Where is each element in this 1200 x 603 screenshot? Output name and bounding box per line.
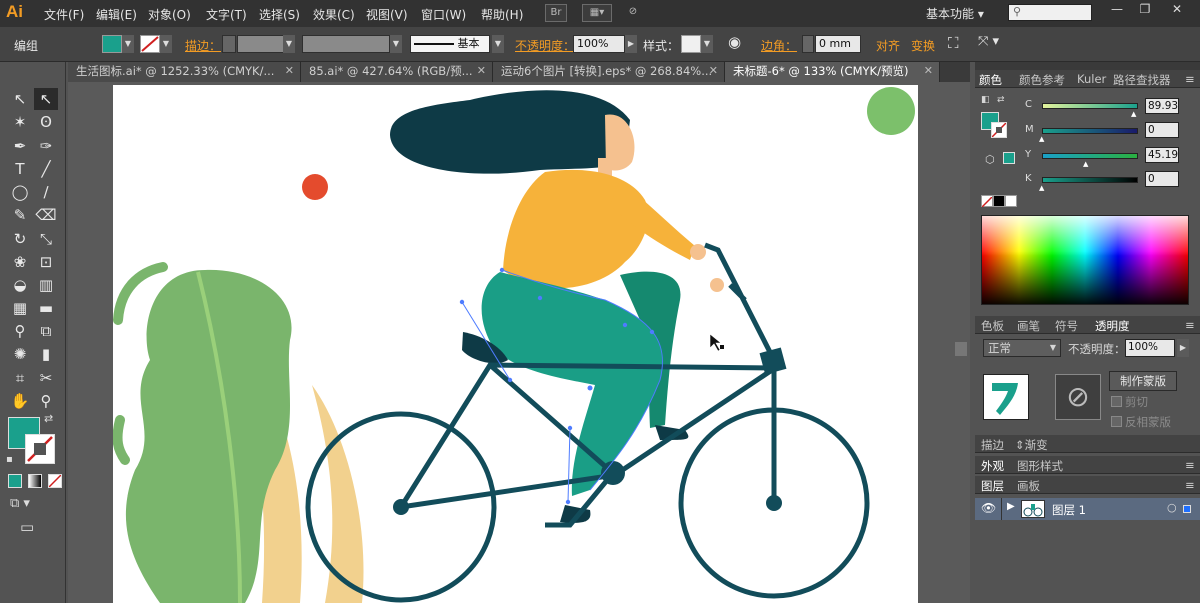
panel-menu-icon[interactable]: ≡ [1185,478,1195,492]
mouse-cursor-icon [709,333,722,352]
tab-graphic-styles[interactable]: 图形样式 [1017,458,1063,474]
swap-mini-icon[interactable]: ⇄ [997,95,1005,105]
no-mask-icon[interactable]: ⊘ [1055,374,1101,420]
layer-thumbnail [1021,500,1045,518]
color-spectrum-picker[interactable] [981,215,1189,305]
layers-panel-tabs: 图层 画板 ≡ [975,476,1200,494]
appearance-panel-tabs: 外观 图形样式 ≡ [975,456,1200,474]
visibility-eye-icon[interactable]: 👁 [981,501,996,515]
none-icon [991,122,1007,138]
none-color-swatch[interactable] [981,195,993,208]
channel-k-slider[interactable] [1042,177,1138,183]
hair-shape[interactable] [390,90,630,174]
channel-k-label: K [1025,173,1032,184]
restore-button[interactable]: ❐ [1134,2,1156,18]
transparency-opacity-field[interactable]: 100% [1125,339,1175,357]
slider-thumb-icon[interactable]: ▲ [1039,184,1044,192]
channel-k-field[interactable]: 0 [1145,171,1179,187]
channel-y-label: Y [1025,149,1032,160]
leaf-accent-shape [113,415,130,465]
headset-shape [759,347,787,375]
hand-shape [690,244,706,260]
expand-arrow-icon[interactable]: ▶ [1007,501,1015,512]
tab-gradient-label: 渐变 [1024,438,1048,452]
channel-c-slider[interactable] [1042,103,1138,109]
layer-target-icon[interactable]: ○ [1167,501,1177,514]
tab-symbols[interactable]: 符号 [1055,318,1078,334]
layer-row[interactable]: 👁 ▶ 图层 1 ○ [975,498,1200,520]
none-icon [981,196,993,208]
color-panel-stroke-swatch[interactable] [991,122,1007,138]
slider-thumb-icon[interactable]: ▲ [1131,110,1136,118]
channel-y-field[interactable]: 45.19 [1145,147,1179,163]
color-panel-tabs: 颜色 颜色参考 Kuler 路径查找器 ≡ [975,70,1200,88]
channel-c-label: C [1025,99,1032,110]
object-thumbnail[interactable] [983,374,1029,420]
make-mask-button[interactable]: 制作蒙版 [1109,371,1177,391]
blend-mode-select[interactable]: 正常 ▼ [983,339,1061,357]
transparency-panel-tabs: 色板 画笔 符号 透明度 ≡ [975,316,1200,334]
thumbnail-shape [992,383,1018,415]
stroke-panel-tabs: 描边 ⇕渐变 [975,435,1200,453]
fill-stroke-mini-icon[interactable]: ◧ [981,95,990,105]
arrange-options-icon[interactable]: ⤧ ▾ [978,34,999,49]
invert-mask-label: 反相蒙版 [1125,415,1171,429]
tab-layers[interactable]: 图层 [981,478,1004,494]
search-icon: ⚲ [1013,5,1022,18]
tab-stroke[interactable]: 描边 [981,437,1004,453]
layer-selection-indicator[interactable] [1183,505,1191,513]
tab-color-guide[interactable]: 颜色参考 [1019,72,1065,88]
layer-name[interactable]: 图层 1 [1052,502,1086,518]
right-panel-dock: 颜色 颜色参考 Kuler 路径查找器 ≡ ◧ ⇄ ⬡ C ▲ 89.93 M … [975,62,1200,603]
tab-artboards[interactable]: 画板 [1017,478,1040,494]
minimize-button[interactable]: — [1106,2,1128,18]
out-of-gamut-icon[interactable]: ⬡ [985,153,995,166]
blend-mode-value: 正常 [988,341,1011,355]
search-input[interactable]: ⚲ [1008,4,1092,21]
slider-thumb-icon[interactable]: ▲ [1083,160,1088,168]
channel-m-label: M [1025,124,1034,135]
layers-list-empty [975,520,1200,603]
tab-transparency[interactable]: 透明度 [1095,318,1130,334]
artwork-illustration[interactable] [0,0,975,603]
red-dot-shape[interactable] [302,174,328,200]
cursor-indicator [720,345,724,349]
hand-shape [710,278,724,292]
invert-mask-checkbox[interactable] [1111,416,1122,427]
black-swatch[interactable] [993,195,1005,207]
channel-m-slider[interactable] [1042,128,1138,134]
rear-hub-shape [393,499,409,515]
clip-label: 剪切 [1125,395,1148,409]
clip-checkbox[interactable] [1111,396,1122,407]
tab-appearance[interactable]: 外观 [981,458,1004,474]
tab-brushes[interactable]: 画笔 [1017,318,1040,334]
front-hub-shape [766,495,782,511]
tab-color[interactable]: 颜色 [979,72,1002,88]
tab-kuler[interactable]: Kuler [1077,72,1106,86]
panel-menu-icon[interactable]: ≡ [1185,72,1195,86]
grass-blade-shape[interactable] [312,385,364,603]
channel-c-field[interactable]: 89.93 [1145,98,1179,114]
panel-menu-icon[interactable]: ≡ [1185,318,1195,332]
gamut-color-swatch[interactable] [1003,152,1015,164]
transparency-opacity-arrow[interactable]: ▶ [1177,339,1189,357]
tab-swatches[interactable]: 色板 [981,318,1004,334]
close-button[interactable]: ✕ [1166,2,1188,18]
layer-thumbnail-shape [1023,504,1043,517]
dock-header [975,62,1200,70]
slider-thumb-icon[interactable]: ▲ [1039,135,1044,143]
tab-gradient[interactable]: ⇕渐变 [1015,437,1048,453]
green-dot-shape[interactable] [867,87,915,135]
transparency-opacity-label: 不透明度： [1068,342,1126,356]
tab-pathfinder[interactable]: 路径查找器 [1113,72,1171,88]
panel-menu-icon[interactable]: ≡ [1185,458,1195,472]
channel-y-slider[interactable] [1042,153,1138,159]
white-swatch[interactable] [1005,195,1017,207]
channel-m-field[interactable]: 0 [1145,122,1179,138]
